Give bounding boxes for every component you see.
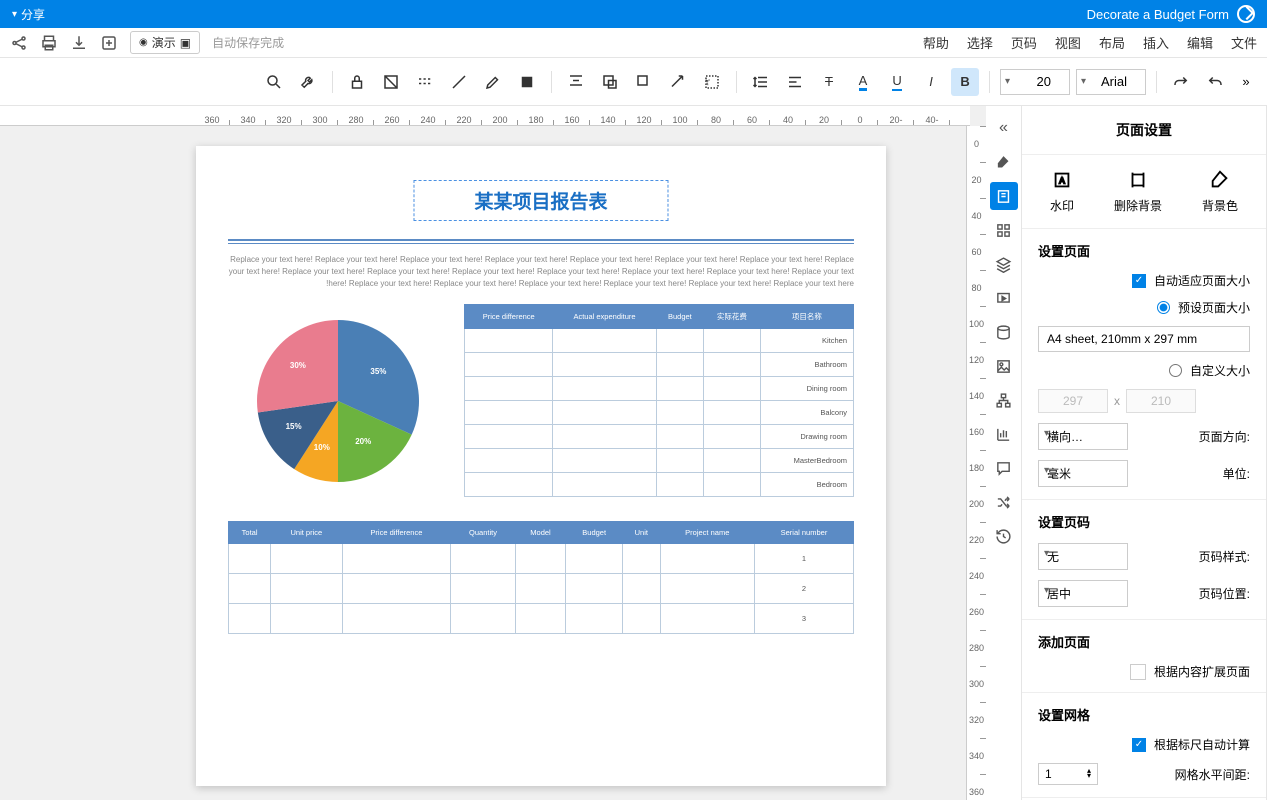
- grid-auto-check[interactable]: ✓: [1132, 738, 1146, 752]
- font-select[interactable]: Arial: [1076, 69, 1146, 95]
- lorem-text[interactable]: Replace your text here! Replace your tex…: [228, 254, 854, 290]
- preset-size-select[interactable]: A4 sheet, 210mm x 297 mm: [1038, 326, 1250, 352]
- line-style-button[interactable]: [411, 68, 439, 96]
- shuffle-icon[interactable]: [990, 488, 1018, 516]
- chart-icon[interactable]: [990, 420, 1018, 448]
- unit-select[interactable]: 毫米: [1038, 460, 1128, 487]
- align-obj-button[interactable]: [562, 68, 590, 96]
- collapse-side-icon[interactable]: »: [990, 114, 1018, 142]
- height-input[interactable]: [1038, 389, 1108, 413]
- pie-chart[interactable]: 35%20%10%15%30%: [248, 311, 428, 491]
- menu-insert[interactable]: 插入: [1143, 33, 1169, 52]
- horizontal-ruler: -40-200204060801001201401601802002202402…: [0, 106, 970, 126]
- grid-icon[interactable]: [990, 216, 1018, 244]
- tree-icon[interactable]: [990, 386, 1018, 414]
- search-icon[interactable]: [260, 68, 288, 96]
- menu-view[interactable]: 视图: [1055, 33, 1081, 52]
- layers-icon[interactable]: [990, 250, 1018, 278]
- preview-button[interactable]: ▣演示◉: [130, 31, 200, 54]
- page-number-section: 设置页码 无页码样式: 居中页码位置:: [1022, 500, 1266, 620]
- menu-select[interactable]: 选择: [967, 33, 993, 52]
- page-setup-icon[interactable]: [990, 182, 1018, 210]
- slide-icon[interactable]: [990, 284, 1018, 312]
- highlight-button[interactable]: [479, 68, 507, 96]
- width-input[interactable]: [1126, 389, 1196, 413]
- bold-button[interactable]: B: [951, 68, 979, 96]
- svg-text:A: A: [1059, 177, 1065, 186]
- app-logo-icon: [1237, 5, 1255, 23]
- line-button[interactable]: [445, 68, 473, 96]
- document-page[interactable]: 某某项目报告表 Replace your text here! Replace …: [196, 146, 886, 786]
- canvas[interactable]: -40-200204060801001201401601802002202402…: [0, 106, 986, 800]
- collapse-toolbar-icon[interactable]: «: [1235, 71, 1257, 93]
- database-icon[interactable]: [990, 318, 1018, 346]
- history-icon[interactable]: [990, 522, 1018, 550]
- fill-button[interactable]: [513, 68, 541, 96]
- detail-table[interactable]: Serial numberProject nameUnitBudgetModel…: [228, 521, 854, 634]
- menu-edit[interactable]: 编辑: [1187, 33, 1213, 52]
- underline-button[interactable]: U: [883, 68, 911, 96]
- vertical-ruler: 0204060801001201401601802002202402602803…: [966, 126, 986, 800]
- watermark-tab[interactable]: A水印: [1050, 169, 1074, 214]
- print-icon[interactable]: [40, 34, 58, 52]
- size-select[interactable]: 20: [1000, 69, 1070, 95]
- autosave-status: 自动保存完成: [212, 34, 284, 51]
- shape-button[interactable]: [630, 68, 658, 96]
- page-title[interactable]: 某某项目报告表: [413, 180, 668, 221]
- pgnum-style-select[interactable]: 无: [1038, 543, 1128, 570]
- noborder-button[interactable]: [377, 68, 405, 96]
- strikethrough-button[interactable]: T: [815, 68, 843, 96]
- menu-layout[interactable]: 布局: [1099, 33, 1125, 52]
- bg-tab[interactable]: 背景色: [1202, 169, 1238, 214]
- pgnum-pos-select[interactable]: 居中: [1038, 580, 1128, 607]
- connector-button[interactable]: [664, 68, 692, 96]
- check-icon[interactable]: ✓: [1132, 274, 1146, 288]
- wrench-icon[interactable]: [294, 68, 322, 96]
- properties-panel: 页面设置 A水印 删除背景 背景色 设置页面 ✓自动适应页面大小 预设页面大小 …: [1022, 106, 1267, 800]
- share-dropdown-icon[interactable]: ▾: [12, 9, 17, 20]
- paint-icon[interactable]: [990, 148, 1018, 176]
- panel-title: 页面设置: [1022, 106, 1266, 155]
- text-box-button[interactable]: T: [698, 68, 726, 96]
- shape2-button[interactable]: [596, 68, 624, 96]
- titlebar: Decorate a Budget Form 分享 ▾: [0, 0, 1267, 28]
- redo-icon[interactable]: [1167, 68, 1195, 96]
- extend-checkbox[interactable]: [1130, 664, 1146, 680]
- page-size-section: 设置页面 ✓自动适应页面大小 预设页面大小 A4 sheet, 210mm x …: [1022, 229, 1266, 500]
- menu-page[interactable]: 页码: [1011, 33, 1037, 52]
- lock-button[interactable]: [343, 68, 371, 96]
- app-title: Decorate a Budget Form: [1087, 7, 1229, 22]
- side-toolbar: »: [986, 106, 1022, 800]
- menu-help[interactable]: 帮助: [923, 33, 949, 52]
- add-page-section: 添加页面 根据内容扩展页面: [1022, 620, 1266, 693]
- share-icon[interactable]: [10, 34, 28, 52]
- font-color-button[interactable]: A: [849, 68, 877, 96]
- align-button[interactable]: [781, 68, 809, 96]
- export-icon[interactable]: [100, 34, 118, 52]
- orient-select[interactable]: 横向…: [1038, 423, 1128, 450]
- texture-tab[interactable]: 删除背景: [1114, 169, 1162, 214]
- preset-radio[interactable]: [1157, 301, 1170, 314]
- toolbar: « Arial 20 B I U A T T: [0, 58, 1267, 106]
- undo-icon[interactable]: [1201, 68, 1229, 96]
- download-icon[interactable]: [70, 34, 88, 52]
- budget-table[interactable]: 项目名称实际花费BudgetActual expenditurePrice di…: [464, 304, 854, 497]
- line-height-button[interactable]: [747, 68, 775, 96]
- svg-text:T: T: [705, 78, 710, 87]
- custom-radio[interactable]: [1169, 364, 1182, 377]
- image-icon[interactable]: [990, 352, 1018, 380]
- grid-h-input[interactable]: 1▴▾: [1038, 763, 1098, 785]
- share-button[interactable]: 分享: [21, 6, 45, 23]
- grid-section: 设置网格 ✓根据标尺自动计算 1▴▾网格水平间距:: [1022, 693, 1266, 798]
- italic-button[interactable]: I: [917, 68, 945, 96]
- play-icon: ▣: [180, 36, 191, 50]
- menubar: 文件 编辑 插入 布局 视图 页码 选择 帮助 自动保存完成 ▣演示◉: [0, 28, 1267, 58]
- comment-icon[interactable]: [990, 454, 1018, 482]
- menu-file[interactable]: 文件: [1231, 33, 1257, 52]
